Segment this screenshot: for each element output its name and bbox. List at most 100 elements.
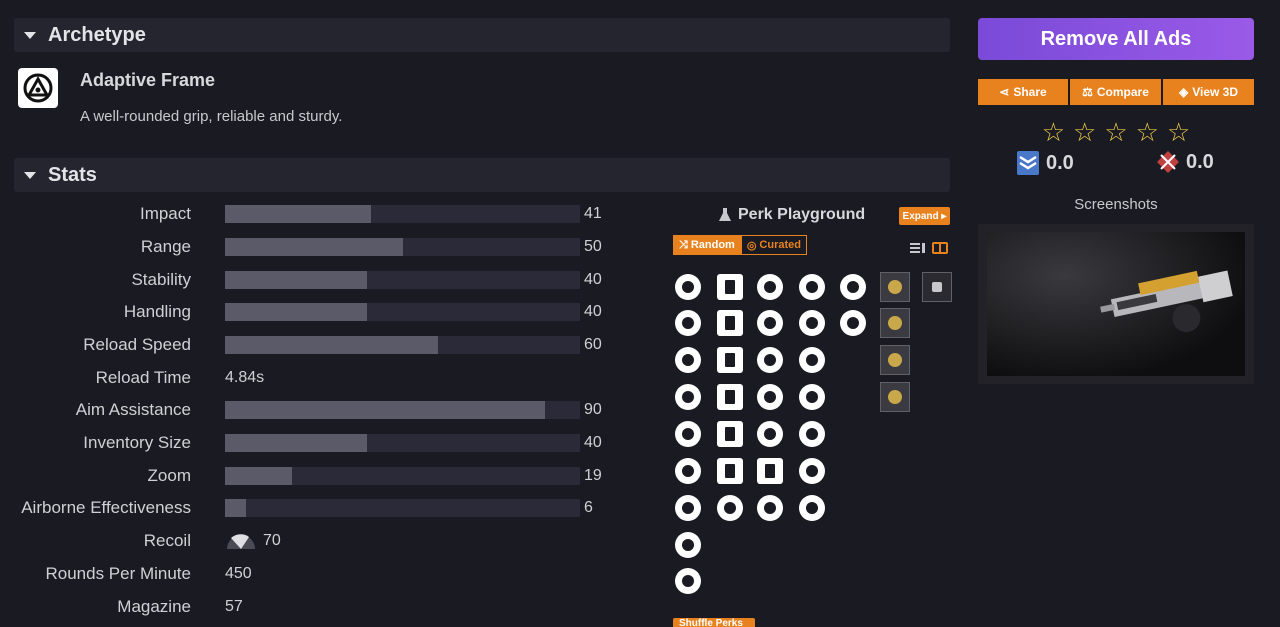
perk-icon[interactable]	[757, 495, 783, 521]
perk-icon[interactable]	[757, 384, 783, 410]
list-view-icon[interactable]	[910, 241, 926, 255]
perk-playground-title-text: Perk Playground	[738, 206, 866, 223]
stat-bar	[225, 238, 580, 256]
stat-label: Handling	[123, 302, 191, 321]
perk-icon[interactable]	[840, 310, 866, 336]
caret-down-icon	[24, 171, 36, 179]
perk-icon[interactable]	[840, 274, 866, 300]
star-icon[interactable]: ☆	[1136, 117, 1159, 148]
stat-bar	[225, 499, 580, 517]
perk-icon[interactable]	[675, 310, 701, 336]
stat-label: Impact	[139, 204, 191, 223]
cube-icon: ◈	[1178, 85, 1189, 99]
mod-slot-icon[interactable]	[922, 272, 952, 302]
action-buttons: ⋖ Share ⚖ Compare ◈ View 3D	[978, 79, 1254, 105]
stat-value: 40	[584, 434, 602, 451]
magazine-perk-icon[interactable]	[717, 274, 743, 300]
crucible-icon	[1157, 151, 1179, 173]
star-rating: ☆ ☆ ☆ ☆ ☆	[978, 117, 1254, 148]
shuffle-perks-button[interactable]: Shuffle Perks	[673, 618, 755, 627]
perk-icon[interactable]	[799, 421, 825, 447]
stat-bar-fill	[225, 434, 367, 452]
compare-button[interactable]: ⚖ Compare	[1070, 79, 1161, 105]
stat-bar-fill	[225, 205, 371, 223]
perk-icon[interactable]	[799, 495, 825, 521]
perk-icon[interactable]	[717, 495, 743, 521]
star-icon[interactable]: ☆	[1042, 117, 1065, 148]
random-button[interactable]: ⤨ Random	[673, 235, 741, 255]
stats-header[interactable]: Stats	[14, 158, 950, 192]
stat-value: 57	[225, 598, 243, 615]
sidebar: Remove All Ads ⋖ Share ⚖ Compare ◈ View …	[978, 18, 1254, 384]
archetype-header[interactable]: Archetype	[14, 18, 950, 52]
stat-bar-fill	[225, 271, 367, 289]
perk-icon[interactable]	[757, 421, 783, 447]
perk-icon[interactable]	[757, 347, 783, 373]
origin-trait-icon[interactable]	[880, 382, 910, 412]
view-3d-button[interactable]: ◈ View 3D	[1163, 79, 1254, 105]
screenshots-label: Screenshots	[1074, 196, 1158, 213]
magazine-perk-icon[interactable]	[717, 458, 743, 484]
stat-label: Range	[140, 237, 191, 256]
perk-icon[interactable]	[675, 347, 701, 373]
perk-icon[interactable]	[757, 310, 783, 336]
perk-icon[interactable]	[799, 310, 825, 336]
star-icon[interactable]: ☆	[1167, 117, 1190, 148]
ratings-row: 0.0 0.0	[978, 150, 1254, 180]
weapon-screenshot[interactable]	[987, 232, 1245, 376]
stat-label: Stability	[131, 270, 191, 289]
perk-icon[interactable]	[799, 458, 825, 484]
remove-ads-button[interactable]: Remove All Ads	[978, 18, 1254, 60]
perk-icon[interactable]	[675, 458, 701, 484]
perk-icon[interactable]	[675, 274, 701, 300]
stat-value: 60	[584, 336, 602, 353]
pvp-rating-value: 0.0	[1186, 150, 1214, 173]
perk-icon[interactable]	[675, 568, 701, 594]
flask-icon	[719, 208, 731, 221]
magazine-perk-icon[interactable]	[717, 421, 743, 447]
screenshots-gallery[interactable]	[978, 224, 1254, 384]
expand-button[interactable]: Expand ▸	[899, 207, 950, 225]
origin-trait-icon[interactable]	[880, 272, 910, 302]
stat-bar	[225, 467, 580, 485]
stat-bar	[225, 434, 580, 452]
perk-icon[interactable]	[675, 495, 701, 521]
mode-toggle: ⤨ Random ◎ Curated	[673, 235, 807, 255]
star-icon[interactable]: ☆	[1104, 117, 1127, 148]
perk-icon[interactable]	[757, 274, 783, 300]
stat-label: Reload Time	[95, 368, 191, 387]
stat-bar	[225, 336, 580, 354]
magazine-perk-icon[interactable]	[717, 347, 743, 373]
perk-icon[interactable]	[799, 384, 825, 410]
stat-bar-fill	[225, 467, 293, 485]
magazine-perk-icon[interactable]	[717, 310, 743, 336]
stat-value: 50	[584, 238, 602, 255]
curated-button[interactable]: ◎ Curated	[740, 235, 807, 255]
stat-value: 40	[584, 303, 602, 320]
magazine-perk-icon[interactable]	[717, 384, 743, 410]
perk-icon[interactable]	[757, 458, 783, 484]
star-icon[interactable]: ☆	[1073, 117, 1096, 148]
recoil-indicator: 70	[225, 532, 281, 550]
perk-icon[interactable]	[799, 274, 825, 300]
share-button[interactable]: ⋖ Share	[978, 79, 1068, 105]
pvp-rating: 0.0	[1156, 150, 1214, 174]
perk-icon[interactable]	[799, 347, 825, 373]
stat-bar	[225, 205, 580, 223]
stat-bar-fill	[225, 336, 438, 354]
archetype-header-label: Archetype	[48, 23, 146, 46]
perk-icon[interactable]	[675, 384, 701, 410]
origin-trait-icon[interactable]	[880, 308, 910, 338]
random-label: Random	[690, 239, 735, 251]
stat-value: 90	[584, 401, 602, 418]
perk-icon[interactable]	[675, 532, 701, 558]
stat-label: Magazine	[117, 597, 191, 616]
stat-bar	[225, 271, 580, 289]
origin-trait-icon[interactable]	[880, 345, 910, 375]
grid-view-icon[interactable]	[932, 241, 948, 255]
stat-label: Recoil	[143, 531, 191, 550]
stat-value: 450	[225, 565, 252, 582]
perk-icon[interactable]	[675, 421, 701, 447]
stat-label: Zoom	[147, 466, 191, 485]
archetype-info: Adaptive Frame A well-rounded grip, reli…	[14, 68, 950, 158]
